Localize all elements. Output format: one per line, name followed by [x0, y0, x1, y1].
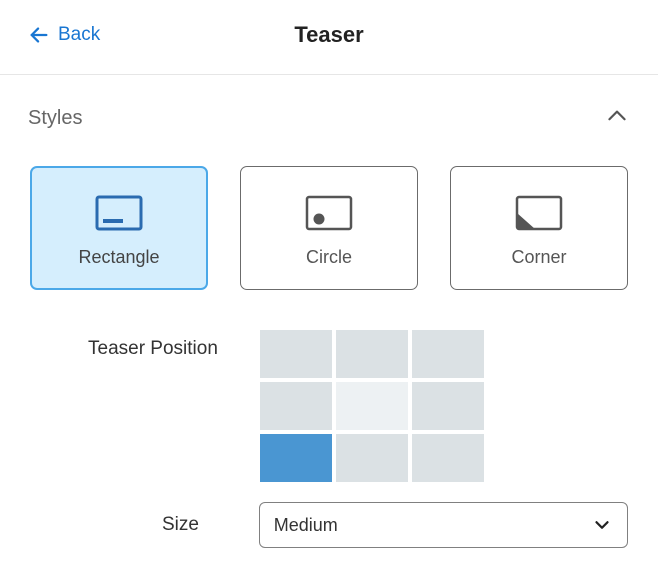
position-middle-right[interactable]: [412, 382, 484, 430]
style-option-rectangle[interactable]: Rectangle: [30, 166, 208, 290]
style-label: Corner: [511, 247, 566, 268]
position-bottom-center[interactable]: [336, 434, 408, 482]
styles-section-title: Styles: [28, 107, 82, 130]
styles-section-header: Styles: [0, 75, 658, 142]
size-select[interactable]: Medium: [259, 502, 628, 548]
size-label: Size: [30, 514, 259, 536]
teaser-position-row: Teaser Position: [0, 310, 658, 482]
style-option-circle[interactable]: Circle: [240, 166, 418, 290]
header: Back Teaser: [0, 0, 658, 74]
back-button[interactable]: Back: [28, 24, 100, 46]
chevron-down-icon: [591, 514, 613, 536]
circle-icon: [305, 189, 353, 237]
position-top-center[interactable]: [336, 330, 408, 378]
styles-row: Rectangle Circle Corner: [0, 142, 658, 310]
rectangle-icon: [95, 189, 143, 237]
page-title: Teaser: [294, 22, 363, 48]
teaser-position-label: Teaser Position: [30, 330, 260, 360]
position-middle-left[interactable]: [260, 382, 332, 430]
style-label: Circle: [306, 247, 352, 268]
position-bottom-left[interactable]: [260, 434, 332, 482]
position-middle-center[interactable]: [336, 382, 408, 430]
collapse-toggle[interactable]: [604, 103, 630, 134]
position-top-right[interactable]: [412, 330, 484, 378]
back-label: Back: [58, 24, 100, 46]
corner-icon: [515, 189, 563, 237]
size-select-wrap: Medium: [259, 502, 628, 548]
position-top-left[interactable]: [260, 330, 332, 378]
size-row: Size Medium: [0, 482, 658, 548]
size-value: Medium: [274, 515, 338, 536]
position-grid: [260, 330, 484, 482]
arrow-left-icon: [28, 24, 50, 46]
style-label: Rectangle: [78, 247, 159, 268]
style-option-corner[interactable]: Corner: [450, 166, 628, 290]
position-bottom-right[interactable]: [412, 434, 484, 482]
chevron-up-icon: [604, 103, 630, 129]
